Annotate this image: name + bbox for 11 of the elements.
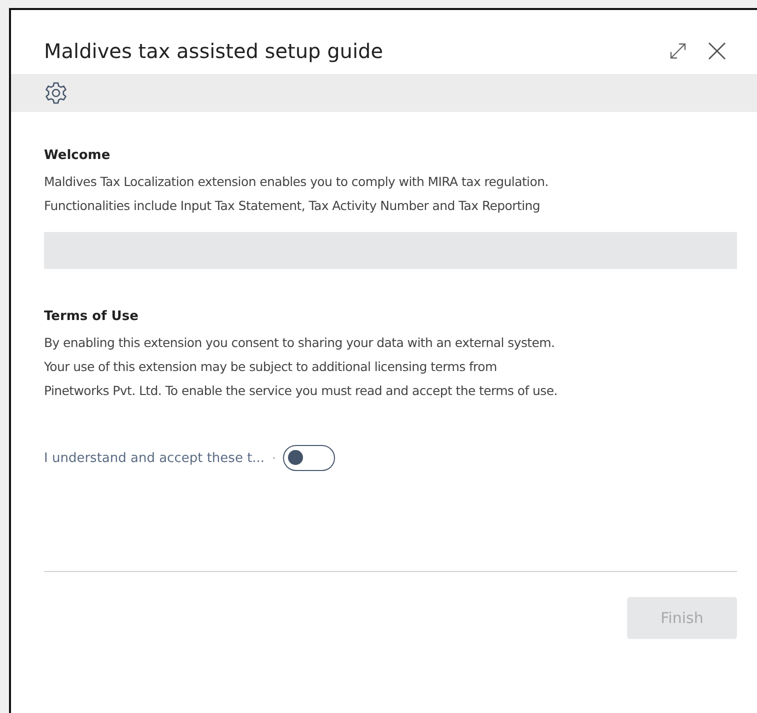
gear-icon bbox=[44, 81, 68, 105]
terms-text: By enabling this extension you consent to sharing your data with an external system. Your use of this extension may be subject to additional licensing terms from Pinetworks Pvt. Ltd. To enable the service you must read and accept the terms of use. bbox=[44, 334, 558, 400]
welcome-text: Maldives Tax Localization extension enables you to comply with MIRA tax regulation. Functionalities include Input Tax Statement, Tax Activity Number and Tax Reporting bbox=[44, 173, 550, 215]
close-icon[interactable] bbox=[707, 41, 727, 61]
section-heading: Welcome bbox=[44, 148, 112, 163]
accept-toggle[interactable] bbox=[282, 445, 335, 471]
accept-label: I understand and accept these t... bbox=[44, 450, 265, 466]
expand-icon[interactable] bbox=[669, 42, 687, 60]
window-title: Maldives tax assisted setup guide bbox=[44, 39, 384, 63]
section-heading: Terms of Use bbox=[44, 309, 140, 324]
separator-dot bbox=[272, 457, 275, 459]
